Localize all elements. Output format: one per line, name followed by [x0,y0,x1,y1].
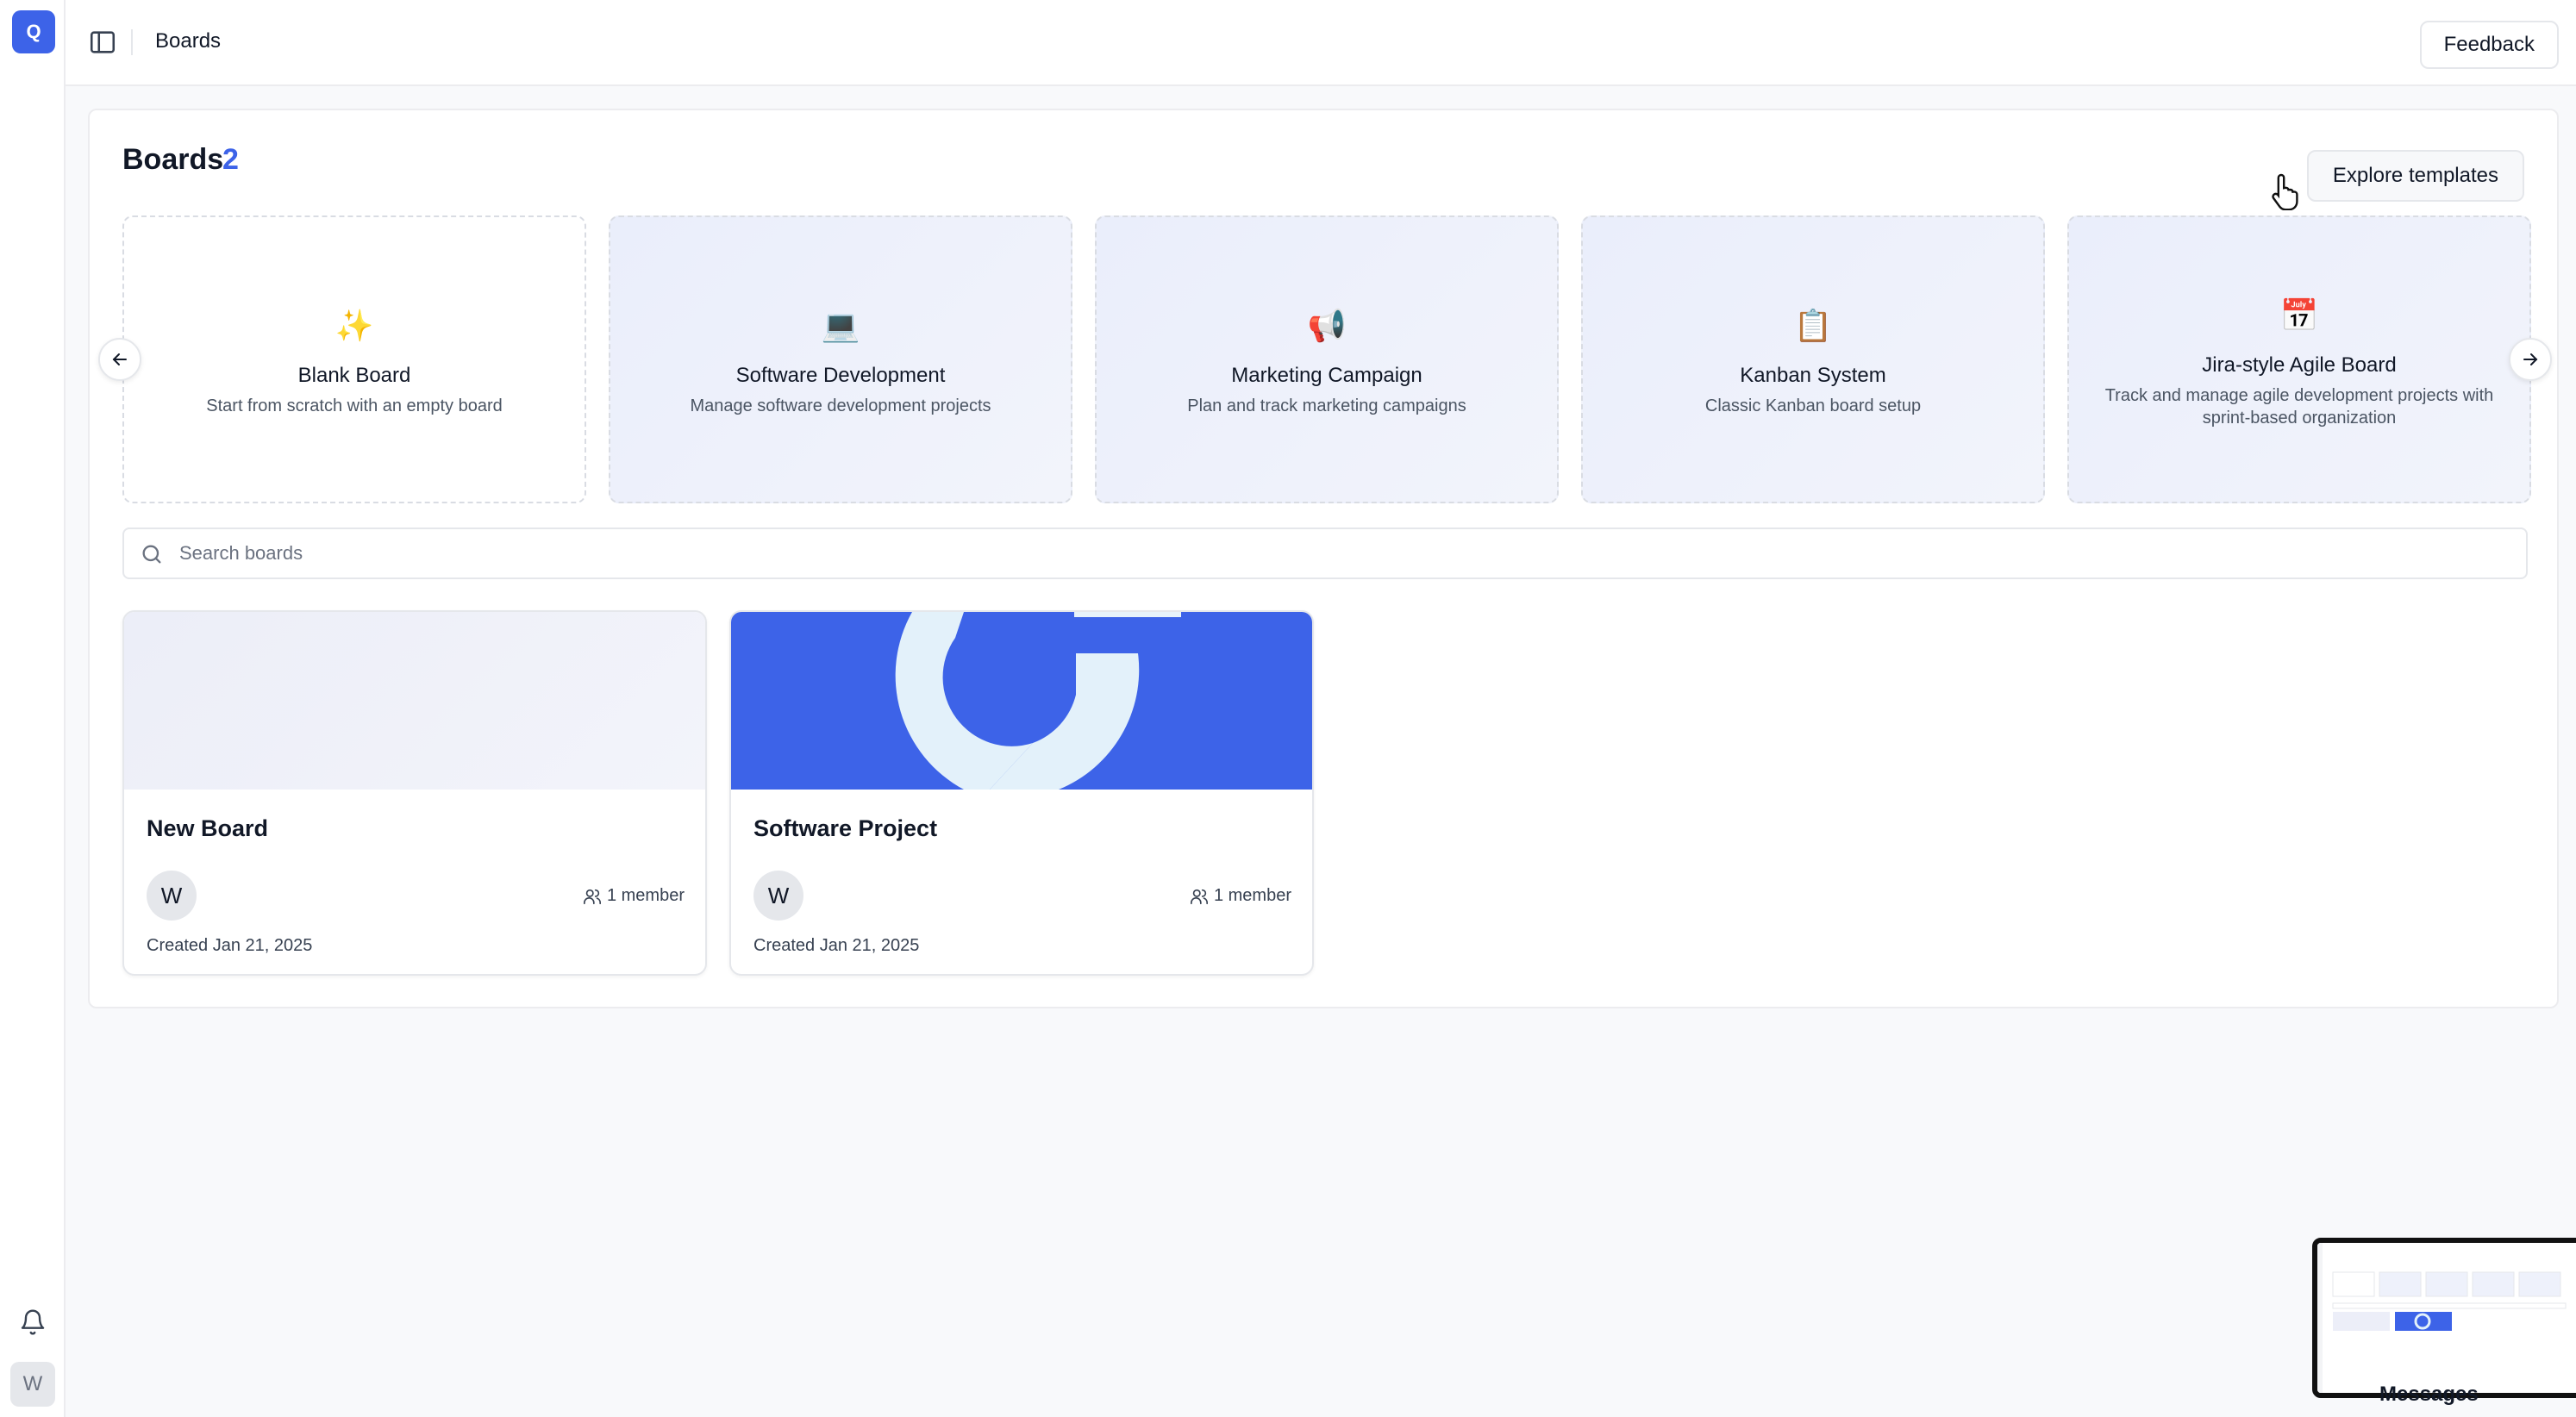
calendar-icon: 📅 [2279,297,2319,333]
created-date: Created Jan 21, 2025 [753,936,920,955]
template-description: Track and manage agile development proje… [2104,386,2494,428]
board-title: New Board [147,815,269,841]
carousel-next-button[interactable] [2509,338,2552,381]
breadcrumb: Boards [155,29,222,53]
board-cover [731,612,1312,790]
template-card-blank[interactable]: ✨ Blank Board Start from scratch with an… [122,215,586,503]
template-title: Software Development [735,364,946,387]
preview-image [2317,1243,2576,1393]
bell-icon[interactable] [19,1308,47,1336]
messages-widget-label[interactable]: Messages [2379,1383,2479,1407]
arrow-left-icon [112,353,127,365]
template-description: Manage software development projects [690,396,991,415]
left-rail: Q W [0,0,66,1417]
top-bar: Boards Feedback [66,0,2576,86]
member-count: 1 member [583,886,685,906]
boards-panel: Boards 2 Explore templates ✨ Blank Board… [88,109,2559,1008]
search-icon [142,545,161,564]
user-avatar[interactable]: W [10,1362,55,1407]
created-date: Created Jan 21, 2025 [147,936,313,955]
carousel-prev-button[interactable] [98,338,141,381]
template-card-marketing-campaign[interactable]: 📢 Marketing Campaign Plan and track mark… [1095,215,1559,503]
board-cover [124,612,705,790]
member-count: 1 member [1190,886,1291,906]
laptop-icon: 💻 [821,308,860,343]
member-count-label: 1 member [606,886,685,905]
app-logo[interactable]: Q [12,10,55,53]
users-icon [1190,889,1208,904]
sparkles-icon: ✨ [335,308,374,343]
board-card-software-project[interactable]: Software Project W 1 member Created Jan … [729,610,1314,976]
screen-preview-thumbnail[interactable] [2312,1238,2576,1398]
board-title: Software Project [753,815,938,841]
topbar-divider [131,29,133,55]
clipboard-icon: 📋 [1793,308,1833,343]
template-description: Classic Kanban board setup [1704,396,1922,415]
member-count-label: 1 member [1213,886,1291,905]
search-input[interactable] [179,531,2517,576]
search-bar [122,527,2528,579]
template-description: Start from scratch with an empty board [206,396,503,415]
board-count-badge: 2 [222,143,239,176]
arrow-right-icon [2523,353,2538,365]
template-title: Blank Board [297,364,411,387]
template-description: Plan and track marketing campaigns [1187,396,1466,415]
template-card-kanban-system[interactable]: 📋 Kanban System Classic Kanban board set… [1581,215,2045,503]
template-card-software-development[interactable]: 💻 Software Development Manage software d… [609,215,1072,503]
avatar: W [147,871,197,921]
template-title: Marketing Campaign [1231,364,1422,387]
hand-cursor-icon [2272,173,2298,210]
q-logo-icon [895,612,1181,790]
avatar: W [753,871,803,921]
template-card-jira-agile[interactable]: 📅 Jira-style Agile Board Track and manag… [2067,215,2531,503]
sidebar-toggle-icon[interactable] [88,28,117,57]
users-icon [583,889,601,904]
feedback-button[interactable]: Feedback [2419,21,2559,69]
explore-templates-button[interactable]: Explore templates [2306,150,2524,202]
page-title: Boards [122,143,224,176]
template-title: Kanban System [1740,364,1886,387]
template-title: Jira-style Agile Board [2202,353,2397,377]
megaphone-icon: 📢 [1307,308,1347,343]
board-card-new-board[interactable]: New Board W 1 member Created Jan 21, 202… [122,610,707,976]
